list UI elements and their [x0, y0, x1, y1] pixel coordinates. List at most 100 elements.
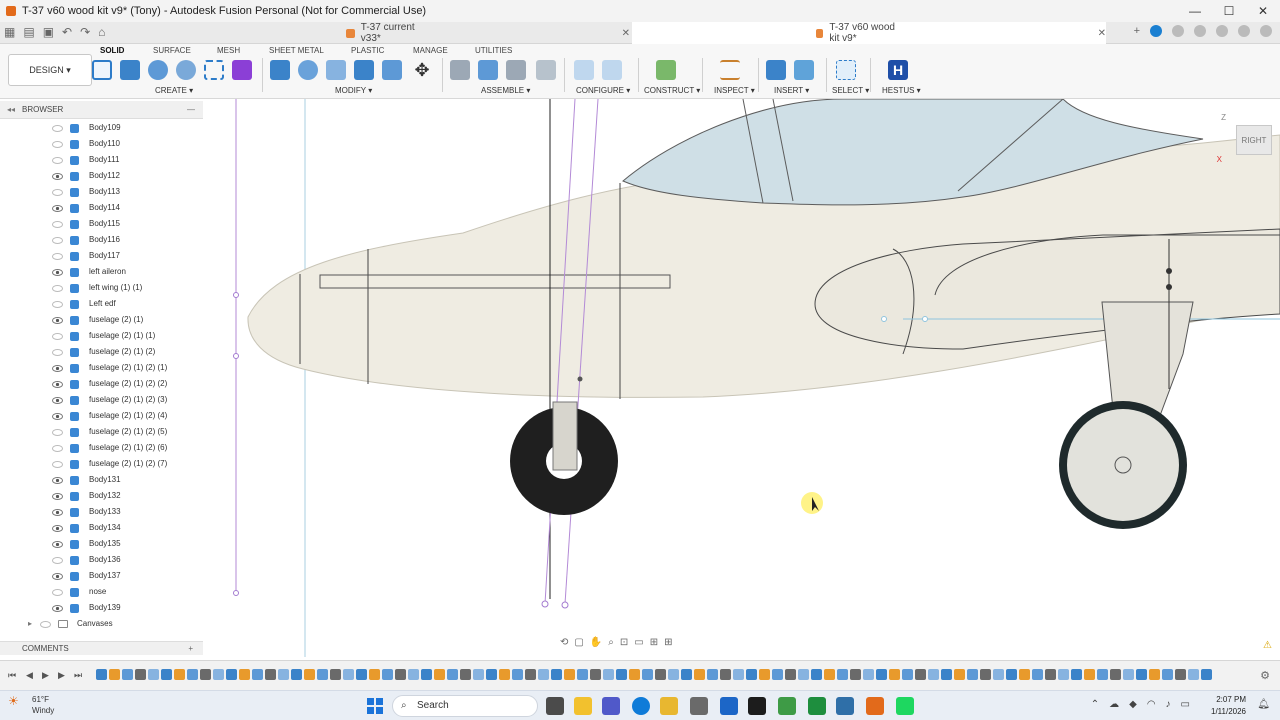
timeline-feature-icon[interactable]: [551, 669, 562, 680]
orbit-icon[interactable]: ⟲: [560, 637, 568, 653]
home-icon[interactable]: ⌂: [98, 25, 105, 39]
timeline-feature-icon[interactable]: [1045, 669, 1056, 680]
timeline-feature-icon[interactable]: [1032, 669, 1043, 680]
timeline-feature-icon[interactable]: [265, 669, 276, 680]
configure-rules-icon[interactable]: [602, 60, 622, 80]
viewports-icon[interactable]: ⊞: [664, 637, 672, 653]
close-tab-icon[interactable]: ✕: [1098, 28, 1106, 39]
timeline-feature-icon[interactable]: [928, 669, 939, 680]
hestus-menu[interactable]: HESTUS ▾: [882, 86, 921, 95]
eye-icon[interactable]: [52, 269, 63, 276]
fit-icon[interactable]: ⊡: [620, 637, 628, 653]
task-view-icon[interactable]: [546, 697, 564, 715]
timeline-feature-icon[interactable]: [239, 669, 250, 680]
timeline-feature-icon[interactable]: [135, 669, 146, 680]
close-button[interactable]: ✕: [1246, 0, 1280, 22]
configure-menu[interactable]: CONFIGURE ▾: [576, 86, 630, 95]
app-tray-icon[interactable]: ◆: [1129, 699, 1137, 710]
modify-menu[interactable]: MODIFY ▾: [335, 86, 372, 95]
timeline-feature-icon[interactable]: [772, 669, 783, 680]
add-comment-icon[interactable]: +: [188, 642, 193, 655]
timeline-feature-icon[interactable]: [564, 669, 575, 680]
close-tab-icon[interactable]: ✕: [622, 28, 630, 39]
timeline-feature-icon[interactable]: [109, 669, 120, 680]
eye-hidden-icon[interactable]: [52, 349, 63, 356]
help-icon[interactable]: [1238, 25, 1250, 37]
browser-item[interactable]: nose: [0, 585, 203, 601]
browser-item[interactable]: fuselage (2) (1) (2) (6): [0, 441, 203, 457]
timeline-feature-icon[interactable]: [174, 669, 185, 680]
timeline-feature-icon[interactable]: [1110, 669, 1121, 680]
timeline-settings-icon[interactable]: ⚙: [1260, 669, 1270, 682]
timeline-feature-icon[interactable]: [161, 669, 172, 680]
tab-solid[interactable]: SOLID: [100, 46, 124, 55]
timeline-feature-icon[interactable]: [1097, 669, 1108, 680]
view-cube[interactable]: RIGHT: [1236, 125, 1272, 155]
timeline-feature-icon[interactable]: [1071, 669, 1082, 680]
dell-icon[interactable]: [748, 697, 766, 715]
expand-icon[interactable]: ▸: [28, 619, 32, 628]
configure-table-icon[interactable]: [574, 60, 594, 80]
combine-icon[interactable]: [354, 60, 374, 80]
timeline-feature-icon[interactable]: [1006, 669, 1017, 680]
timeline-feature-icon[interactable]: [291, 669, 302, 680]
teams-icon[interactable]: [602, 697, 620, 715]
insert-menu[interactable]: INSERT ▾: [774, 86, 809, 95]
eye-icon[interactable]: [52, 509, 63, 516]
timeline-feature-icon[interactable]: [538, 669, 549, 680]
timeline-feature-icon[interactable]: [967, 669, 978, 680]
timeline-feature-icon[interactable]: [1175, 669, 1186, 680]
split-body-icon[interactable]: [382, 60, 402, 80]
timeline-feature-icon[interactable]: [629, 669, 640, 680]
timeline-feature-icon[interactable]: [746, 669, 757, 680]
timeline-feature-icon[interactable]: [876, 669, 887, 680]
clock[interactable]: 2:07 PM 1/11/2026: [1211, 694, 1246, 718]
browser-item[interactable]: Body117: [0, 249, 203, 265]
timeline-feature-icon[interactable]: [1162, 669, 1173, 680]
create-form-icon[interactable]: [232, 60, 252, 80]
eye-hidden-icon[interactable]: [52, 221, 63, 228]
timeline-feature-icon[interactable]: [694, 669, 705, 680]
sweep-icon[interactable]: [176, 60, 196, 80]
timeline-feature-icon[interactable]: [577, 669, 588, 680]
look-at-icon[interactable]: ▢: [574, 637, 583, 653]
timeline-feature-icon[interactable]: [421, 669, 432, 680]
eye-icon[interactable]: [52, 493, 63, 500]
timeline-feature-icon[interactable]: [278, 669, 289, 680]
timeline-feature-icon[interactable]: [811, 669, 822, 680]
battery-icon[interactable]: ▭: [1181, 699, 1190, 710]
create-menu[interactable]: CREATE ▾: [155, 86, 193, 95]
timeline-feature-icon[interactable]: [473, 669, 484, 680]
hestus-icon[interactable]: H: [888, 60, 908, 80]
timeline-feature-icon[interactable]: [382, 669, 393, 680]
notifications-bell-icon[interactable]: 🔔︎: [1257, 699, 1270, 710]
measure-icon[interactable]: [720, 60, 740, 80]
eye-hidden-icon[interactable]: [52, 237, 63, 244]
tab-sheet-metal[interactable]: SHEET METAL: [269, 46, 324, 55]
timeline-feature-icon[interactable]: [837, 669, 848, 680]
timeline-feature-icon[interactable]: [954, 669, 965, 680]
eye-hidden-icon[interactable]: [52, 285, 63, 292]
browser-item[interactable]: Body134: [0, 521, 203, 537]
browser-item[interactable]: fuselage (2) (1) (2) (2): [0, 377, 203, 393]
eye-hidden-icon[interactable]: [52, 141, 63, 148]
timeline-feature-icon[interactable]: [1149, 669, 1160, 680]
timeline-last-icon[interactable]: ⏭: [74, 670, 82, 681]
store-icon[interactable]: [690, 697, 708, 715]
timeline-feature-icon[interactable]: [1058, 669, 1069, 680]
timeline-feature-icon[interactable]: [616, 669, 627, 680]
browser-item[interactable]: Body114: [0, 201, 203, 217]
timeline-feature-icon[interactable]: [330, 669, 341, 680]
timeline-feature-icon[interactable]: [525, 669, 536, 680]
eye-hidden-icon[interactable]: [52, 429, 63, 436]
browser-folder-canvases[interactable]: ▸ Canvases: [0, 617, 203, 633]
eye-hidden-icon[interactable]: [52, 125, 63, 132]
zoom-icon[interactable]: ⌕: [608, 637, 614, 653]
timeline-feature-icon[interactable]: [707, 669, 718, 680]
job-status-icon[interactable]: [1194, 25, 1206, 37]
redo-icon[interactable]: ↷: [80, 25, 90, 39]
timeline-feature-icon[interactable]: [187, 669, 198, 680]
timeline-feature-icon[interactable]: [200, 669, 211, 680]
eye-hidden-icon[interactable]: [52, 333, 63, 340]
browser-item[interactable]: Body109: [0, 121, 203, 137]
